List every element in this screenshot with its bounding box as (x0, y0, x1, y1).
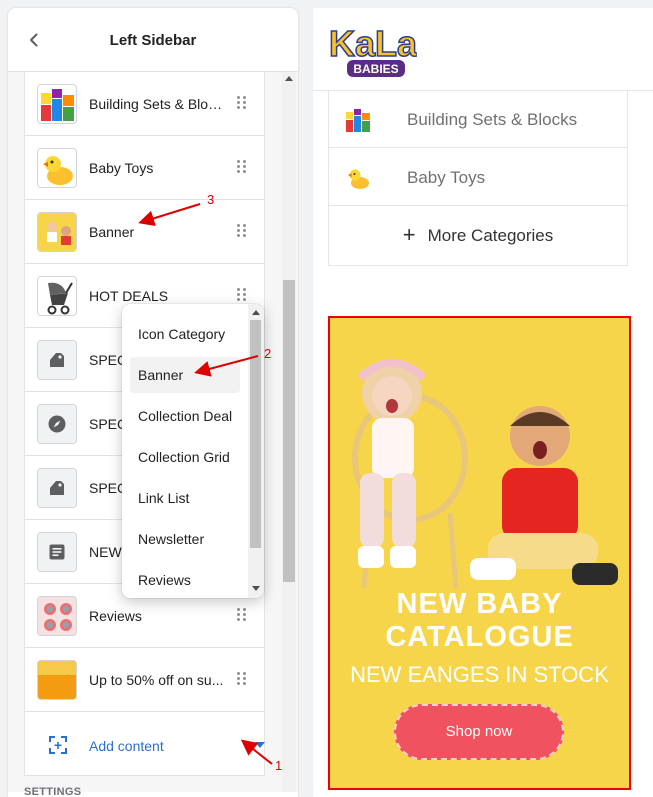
annotation-arrow-1 (240, 739, 273, 765)
annotation-label-2: 2 (264, 346, 272, 361)
annotation-arrow-3 (138, 203, 201, 227)
annotation-arrow-2 (194, 355, 259, 377)
annotation-arrows (138, 203, 273, 765)
annotation-label-3: 3 (207, 192, 215, 207)
annotation-label-1: 1 (275, 758, 283, 773)
